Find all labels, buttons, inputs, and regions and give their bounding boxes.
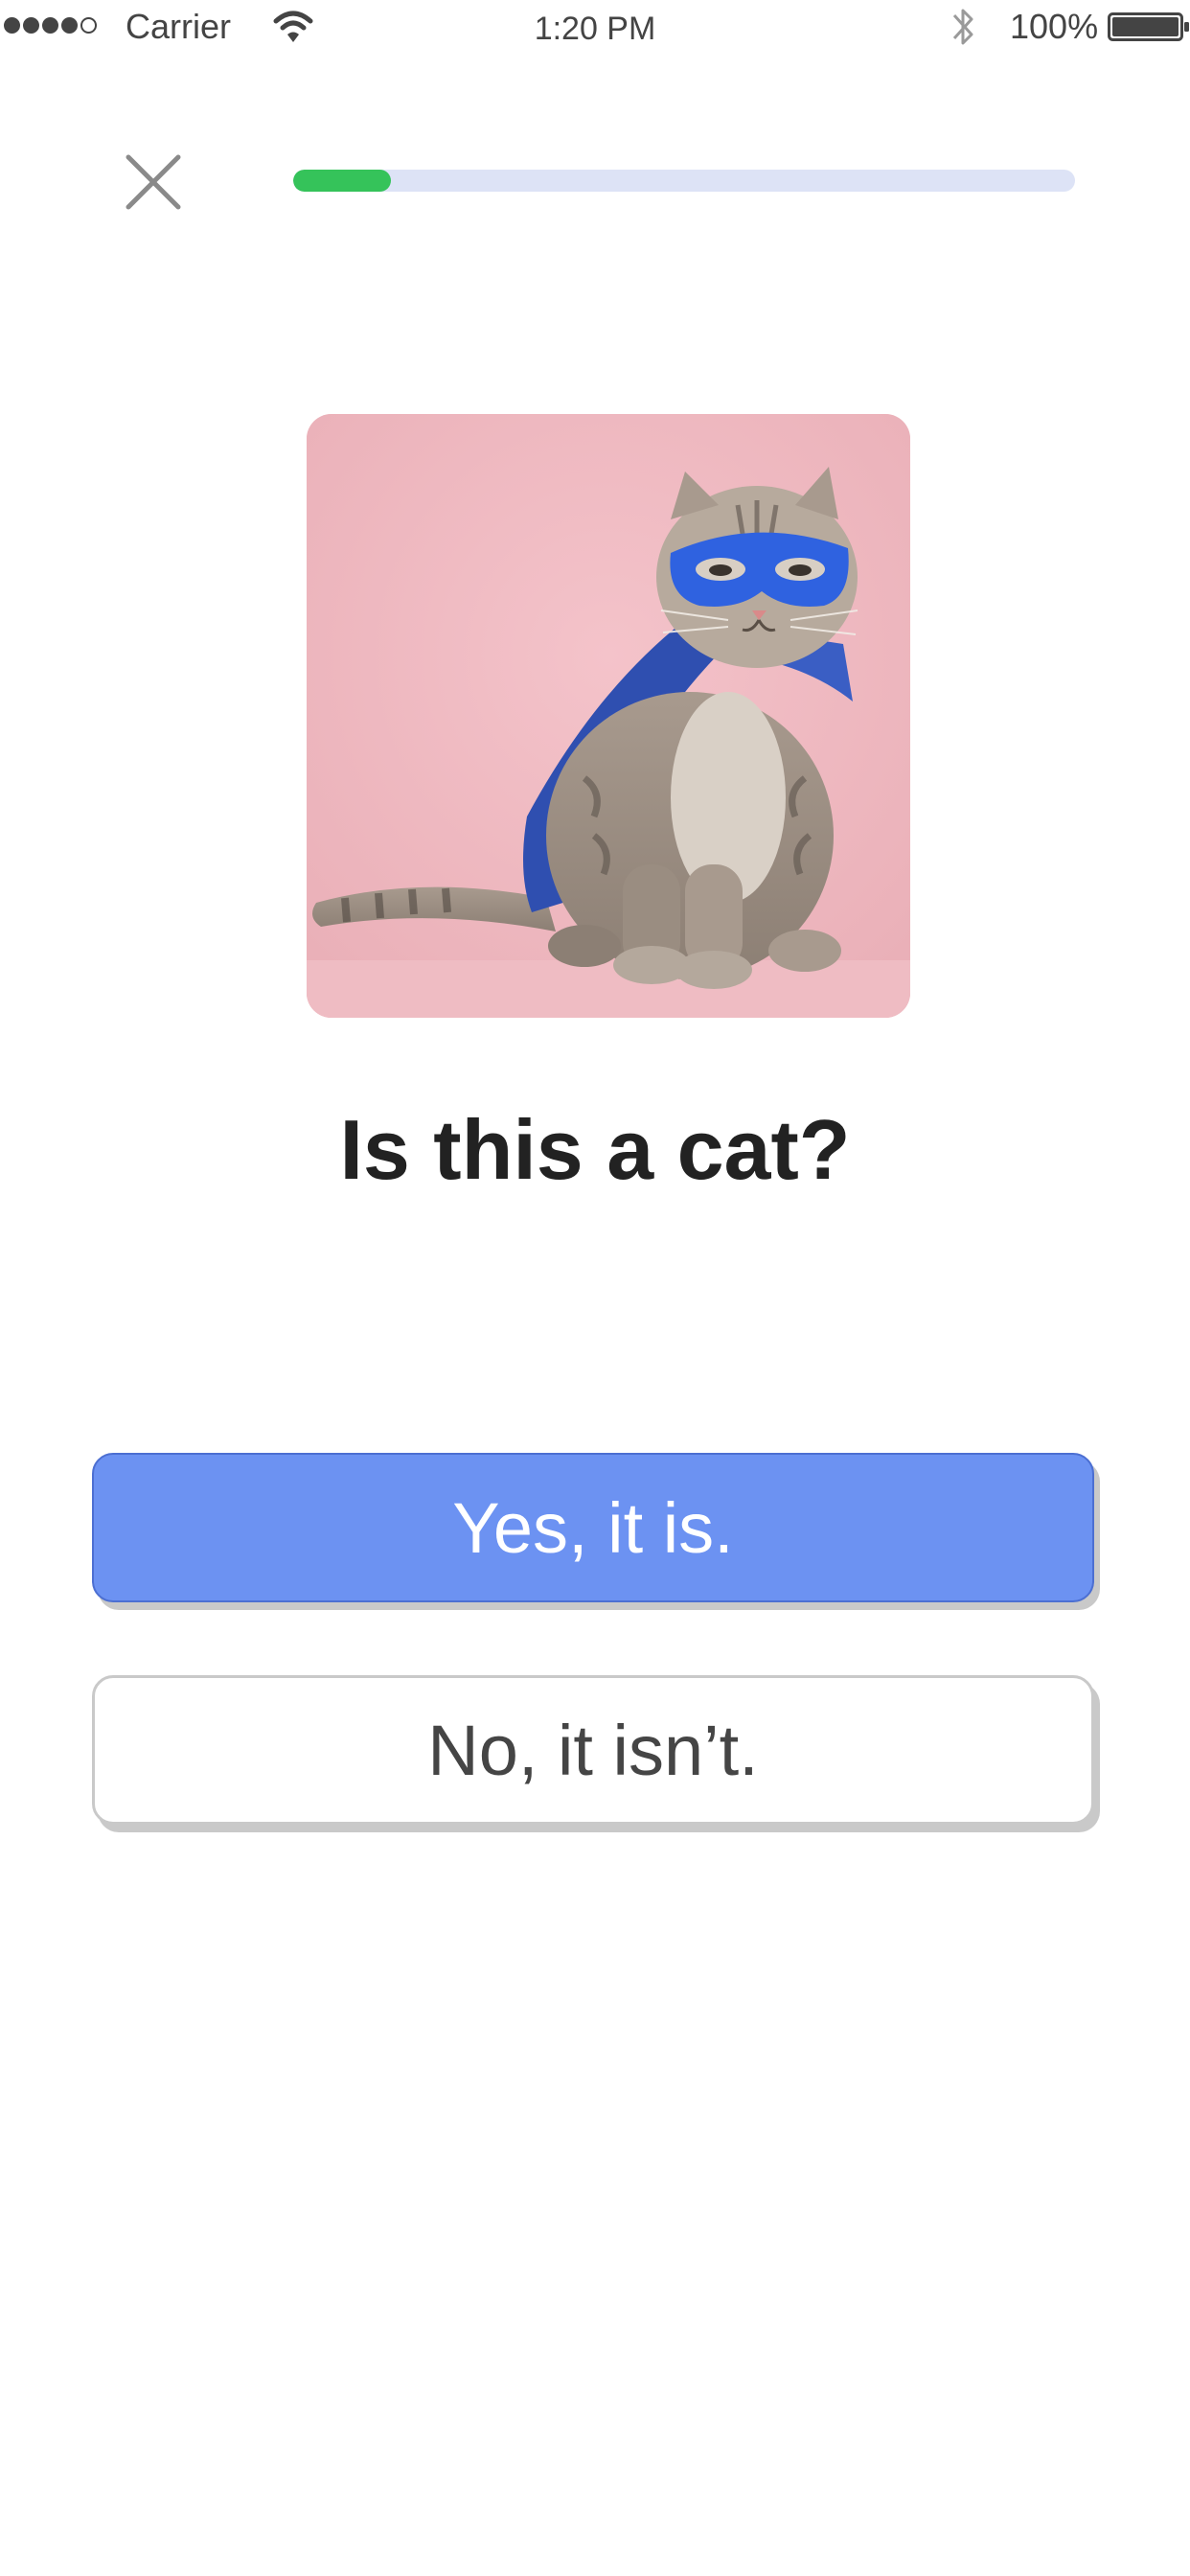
close-button[interactable] [115, 144, 192, 220]
status-bar: Carrier 1:20 PM 100% [0, 0, 1190, 54]
answer-no-button[interactable]: No, it isn’t. [92, 1675, 1094, 1825]
progress-bar-fill [293, 170, 391, 192]
battery-percentage: 100% [1010, 7, 1099, 46]
answer-yes-button[interactable]: Yes, it is. [92, 1453, 1094, 1602]
progress-bar [293, 170, 1075, 192]
question-image [307, 414, 910, 1018]
battery-icon [1108, 12, 1189, 41]
close-icon [126, 154, 181, 210]
bluetooth-icon [952, 9, 973, 45]
question-title: Is this a cat? [339, 1102, 851, 1197]
